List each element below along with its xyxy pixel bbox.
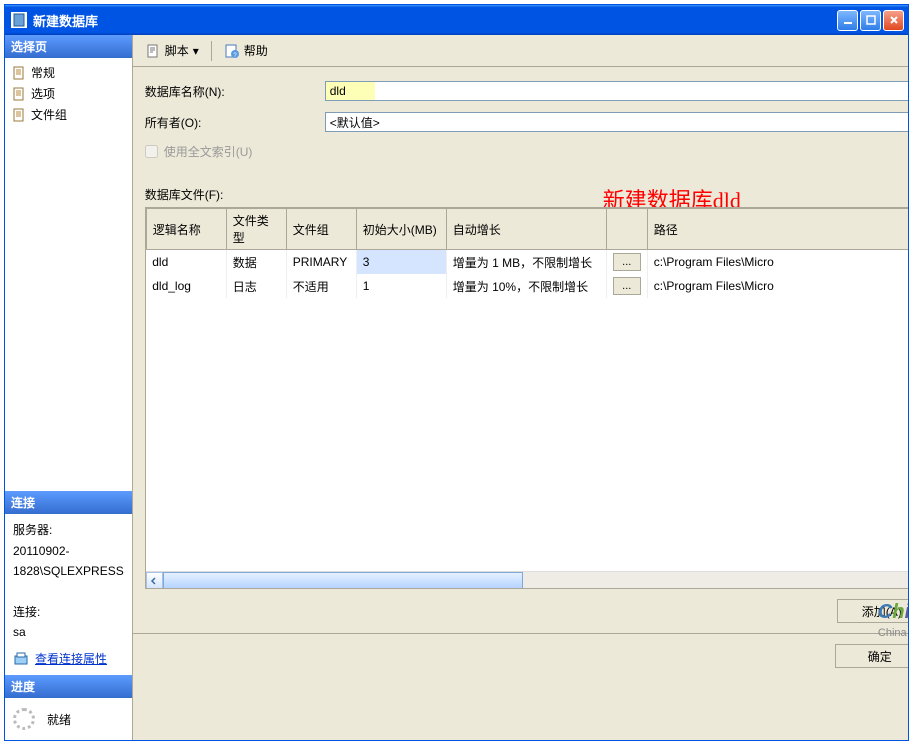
scroll-track[interactable] xyxy=(163,572,908,588)
sidebar-item-general[interactable]: 常规 xyxy=(11,62,126,83)
connection-header: 连接 xyxy=(5,491,132,514)
col-logical-name[interactable]: 逻辑名称 xyxy=(146,209,226,250)
cell-size[interactable]: 3 xyxy=(356,250,446,275)
col-path[interactable]: 路径 xyxy=(647,209,908,250)
help-label: 帮助 xyxy=(244,42,268,59)
dialog-footer: 确定 取消 xyxy=(133,633,908,678)
cell-group[interactable]: PRIMARY xyxy=(286,250,356,275)
close-button[interactable] xyxy=(883,10,904,31)
script-label: 脚本 xyxy=(165,42,189,59)
cell-growth[interactable]: 增量为 10%，不限制增长 xyxy=(446,274,606,298)
left-panel: 选择页 常规 选项 文件组 连接 服务器: 20110902-18 xyxy=(5,35,133,740)
files-table: 逻辑名称 文件类型 文件组 初始大小(MB) 自动增长 路径 dld 数据 xyxy=(146,208,908,298)
connection-info: 服务器: 20110902-1828\SQLEXPRESS 连接: sa 查看连… xyxy=(5,514,132,675)
cell-size[interactable]: 1 xyxy=(356,274,446,298)
sidebar-item-filegroups[interactable]: 文件组 xyxy=(11,104,126,125)
server-label: 服务器: xyxy=(13,520,124,540)
progress-header: 进度 xyxy=(5,675,132,698)
ok-button[interactable]: 确定 xyxy=(835,644,908,668)
cell-growth[interactable]: 增量为 1 MB，不限制增长 xyxy=(446,250,606,275)
owner-input[interactable] xyxy=(325,112,908,132)
titlebar[interactable]: 新建数据库 xyxy=(5,5,908,35)
files-label: 数据库文件(F): xyxy=(145,186,908,203)
properties-icon xyxy=(13,651,29,667)
toolbar-separator xyxy=(211,41,212,61)
db-name-label: 数据库名称(N): xyxy=(145,83,325,100)
toolbar: 脚本 ▾ ? 帮助 xyxy=(133,35,908,67)
dropdown-icon: ▾ xyxy=(193,44,199,58)
fulltext-label: 使用全文索引(U) xyxy=(164,143,253,160)
help-button[interactable]: ? 帮助 xyxy=(220,40,272,61)
script-icon xyxy=(145,43,161,59)
col-autogrowth[interactable]: 自动增长 xyxy=(446,209,606,250)
owner-label: 所有者(O): xyxy=(145,114,325,131)
select-page-header: 选择页 xyxy=(5,35,132,58)
growth-edit-button[interactable]: ... xyxy=(613,277,641,295)
db-name-input-ext[interactable] xyxy=(375,81,908,101)
scroll-left-button[interactable] xyxy=(146,572,163,589)
growth-edit-button[interactable]: ... xyxy=(613,253,641,271)
watermark-sub: China Webmaster | 源码报导 xyxy=(878,624,908,640)
spinner-icon xyxy=(13,708,35,730)
files-table-container: 逻辑名称 文件类型 文件组 初始大小(MB) 自动增长 路径 dld 数据 xyxy=(145,207,908,589)
help-icon: ? xyxy=(224,43,240,59)
cell-path[interactable]: c:\Program Files\Micro xyxy=(647,250,908,275)
table-row[interactable]: dld 数据 PRIMARY 3 增量为 1 MB，不限制增长 ... c:\P… xyxy=(146,250,908,275)
cell-name[interactable]: dld xyxy=(146,250,226,275)
watermark: ChinaZ.com China Webmaster | 源码报导 xyxy=(878,601,908,640)
horizontal-scrollbar[interactable] xyxy=(146,571,908,588)
minimize-button[interactable] xyxy=(837,10,858,31)
sidebar-item-label: 文件组 xyxy=(31,106,67,123)
scroll-thumb[interactable] xyxy=(163,572,523,589)
db-name-input[interactable] xyxy=(325,81,375,101)
server-value: 20110902-1828\SQLEXPRESS xyxy=(13,541,124,582)
col-growth-btn[interactable] xyxy=(606,209,647,250)
sidebar-item-label: 选项 xyxy=(31,85,55,102)
col-initial-size[interactable]: 初始大小(MB) xyxy=(356,209,446,250)
page-icon xyxy=(11,86,27,102)
progress-status: 就绪 xyxy=(47,711,71,728)
right-panel: 脚本 ▾ ? 帮助 数据库名称(N): 所有者(O): . xyxy=(133,35,908,740)
cell-type[interactable]: 日志 xyxy=(226,274,286,298)
col-file-type[interactable]: 文件类型 xyxy=(226,209,286,250)
cell-path[interactable]: c:\Program Files\Micro xyxy=(647,274,908,298)
cell-group[interactable]: 不适用 xyxy=(286,274,356,298)
cell-type[interactable]: 数据 xyxy=(226,250,286,275)
page-icon xyxy=(11,65,27,81)
script-button[interactable]: 脚本 ▾ xyxy=(141,40,203,61)
maximize-button[interactable] xyxy=(860,10,881,31)
window-title: 新建数据库 xyxy=(33,11,837,30)
table-row[interactable]: dld_log 日志 不适用 1 增量为 10%，不限制增长 ... c:\Pr… xyxy=(146,274,908,298)
conn-value: sa xyxy=(13,622,124,642)
sidebar-item-options[interactable]: 选项 xyxy=(11,83,126,104)
page-icon xyxy=(11,107,27,123)
view-connection-properties-link[interactable]: 查看连接属性 xyxy=(35,649,107,669)
app-icon xyxy=(11,12,27,28)
conn-label: 连接: xyxy=(13,602,124,622)
cell-name[interactable]: dld_log xyxy=(146,274,226,298)
fulltext-checkbox xyxy=(145,145,158,158)
sidebar-item-label: 常规 xyxy=(31,64,55,81)
window: 新建数据库 选择页 常规 选项 文件组 xyxy=(4,4,909,741)
col-filegroup[interactable]: 文件组 xyxy=(286,209,356,250)
